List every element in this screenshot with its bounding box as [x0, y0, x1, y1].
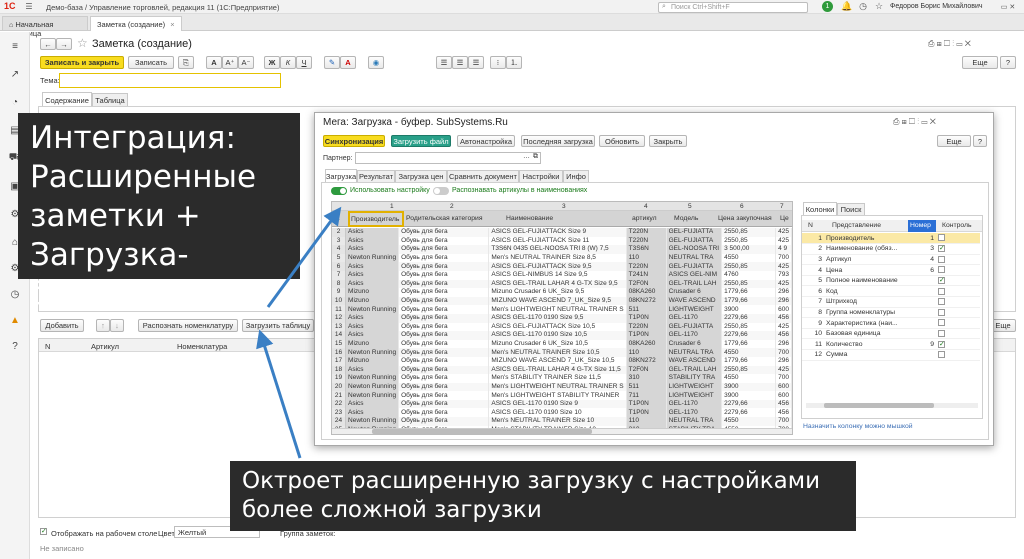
arrow-to-load-table: [256, 329, 302, 459]
arrow-to-header: [266, 206, 342, 308]
annotation-arrows: [256, 206, 342, 459]
